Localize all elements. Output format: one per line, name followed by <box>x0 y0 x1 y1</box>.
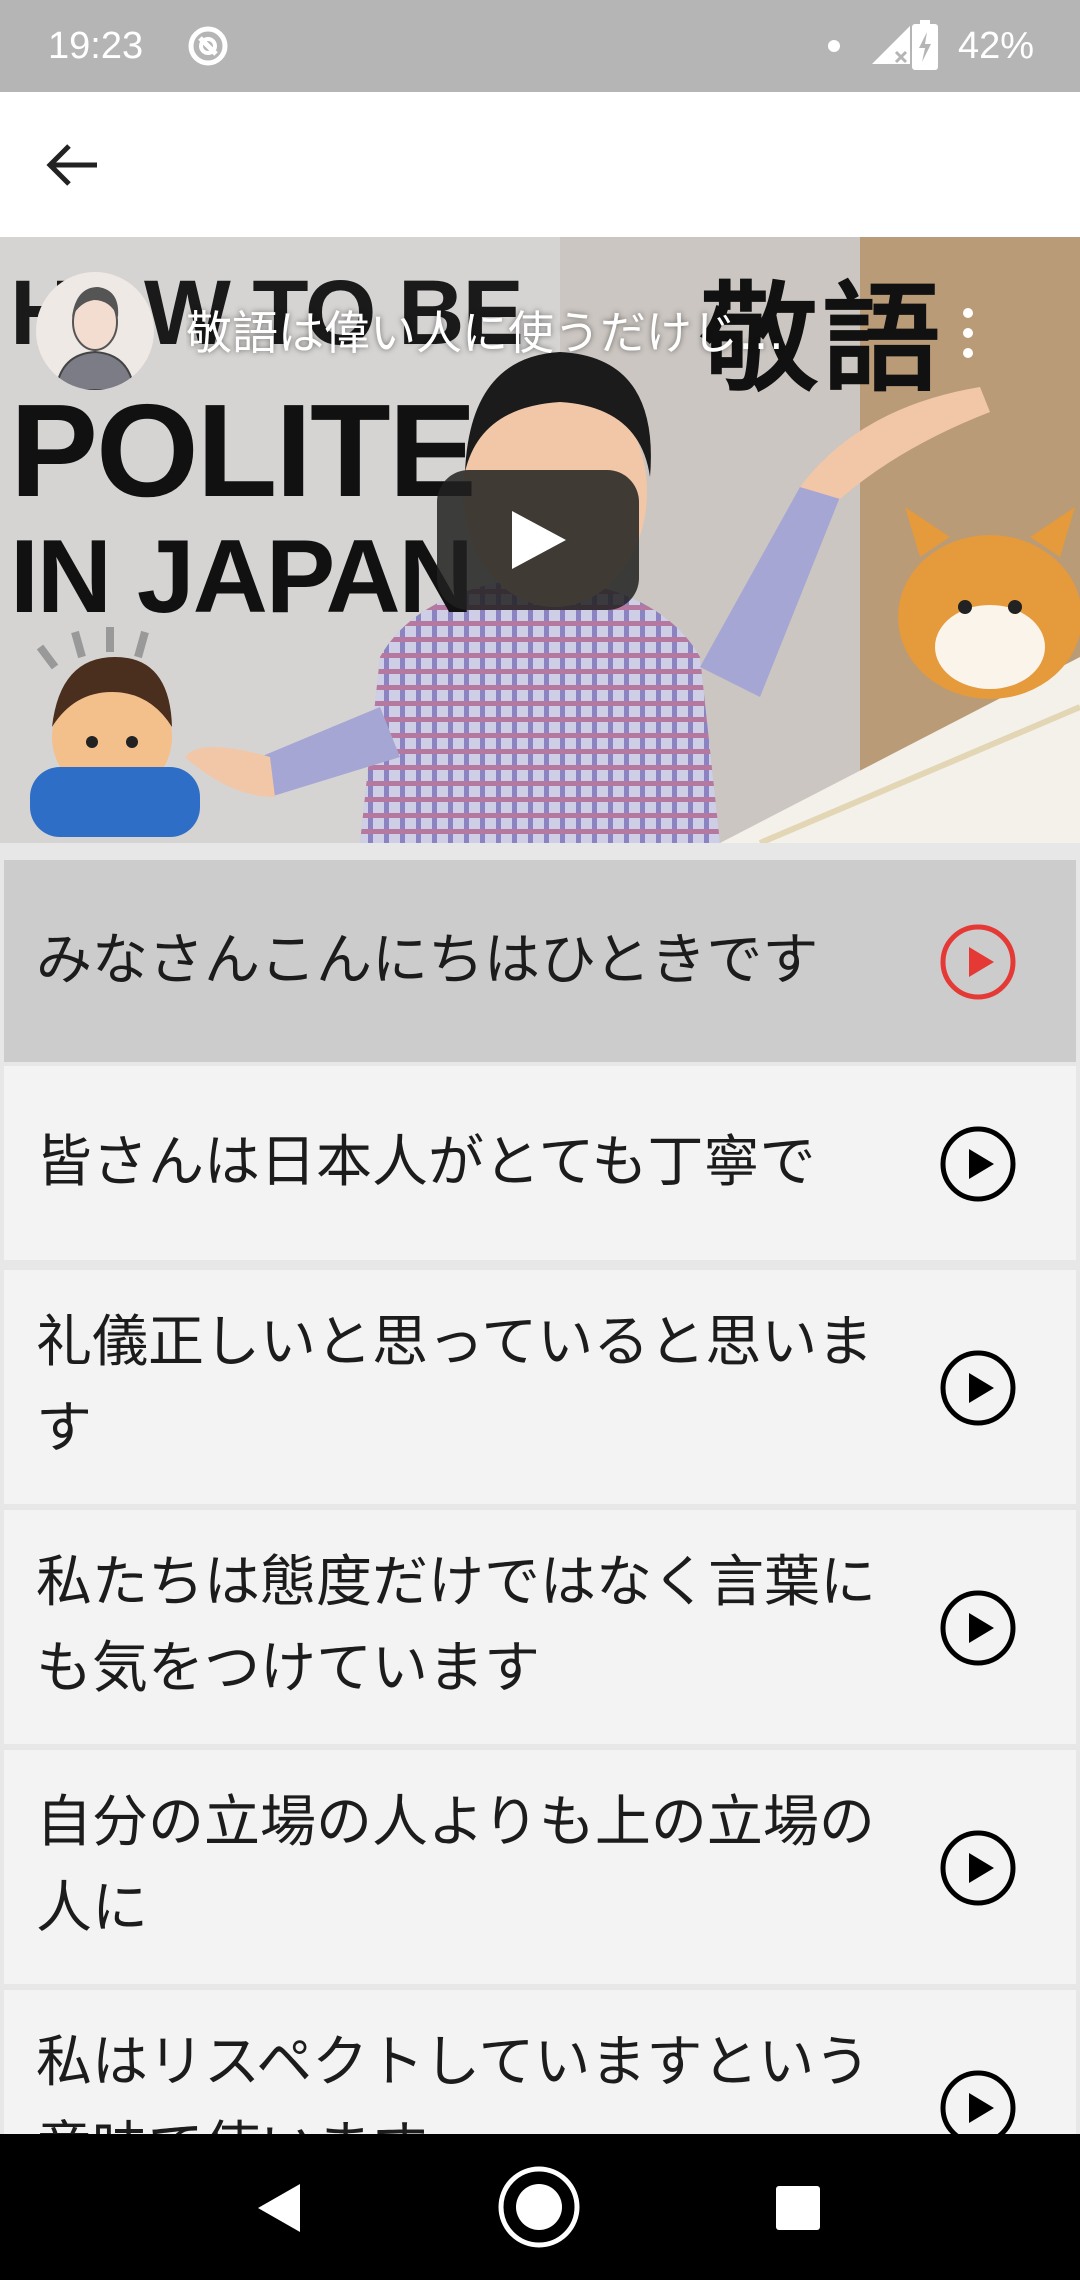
notification-dot-icon <box>828 40 840 52</box>
video-title: 敬語は偉い人に使うだけじ… <box>186 306 784 360</box>
sentence-text: 皆さんは日本人がとても丁寧で <box>36 1130 816 1195</box>
arrow-back-icon <box>46 144 97 186</box>
play-icon <box>512 511 566 569</box>
status-bar: 19:23 42% <box>0 0 1080 92</box>
sync-disabled-icon <box>188 26 228 66</box>
home-circle-icon[interactable] <box>496 2164 582 2250</box>
sentence-row[interactable]: 皆さんは日本人がとても丁寧で <box>4 1066 1076 1260</box>
back-button[interactable] <box>30 122 116 208</box>
sentence-row[interactable]: みなさんこんにちはひときです <box>4 860 1076 1062</box>
sentence-text: 私たちは態度だけではなく言葉にも気をつけています <box>36 1550 876 1701</box>
thumbnail-line-2: POLITE <box>10 377 477 524</box>
battery-percentage: 42% <box>957 25 1034 67</box>
thumbnail-line-3: IN JAPAN <box>10 519 474 635</box>
sentence-row[interactable]: 私はリスペクトしていますという意味で使います <box>4 1990 1076 2134</box>
battery-charging-icon <box>912 20 938 70</box>
sentence-row[interactable]: 礼儀正しいと思っていると思います <box>4 1270 1076 1504</box>
sentence-text: 礼儀正しいと思っていると思います <box>36 1310 874 1461</box>
play-circle-icon[interactable] <box>938 2068 1018 2134</box>
sentence-text: 自分の立場の人よりも上の立場の人に <box>36 1790 875 1941</box>
sentence-row[interactable]: 私たちは態度だけではなく言葉にも気をつけています <box>4 1510 1076 1744</box>
play-circle-icon[interactable] <box>938 1588 1018 1668</box>
sentence-list: みなさんこんにちはひときです 皆さんは日本人がとても丁寧で 礼儀正しいと思ってい… <box>0 858 1080 2134</box>
play-circle-icon[interactable] <box>938 922 1018 1002</box>
more-vert-icon[interactable] <box>948 302 988 372</box>
sentence-text: みなさんこんにちはひときです <box>36 928 819 993</box>
navigation-bar <box>0 2134 1080 2280</box>
signal-icon <box>872 26 910 64</box>
sentence-row[interactable]: 自分の立場の人よりも上の立場の人に <box>4 1750 1076 1984</box>
play-circle-icon[interactable] <box>938 1124 1018 1204</box>
play-circle-icon[interactable] <box>938 1828 1018 1908</box>
sentence-text: 私はリスペクトしていますという意味で使います <box>36 2030 871 2134</box>
app-bar <box>0 92 1080 237</box>
avatar-illustration <box>54 287 136 390</box>
recents-square-icon[interactable] <box>774 2184 822 2232</box>
play-button[interactable] <box>437 470 639 610</box>
video-player[interactable]: HOW TO BE POLITE IN JAPAN 敬語 敬語は偉い人に使うだけ… <box>0 237 1080 843</box>
channel-avatar[interactable] <box>36 272 154 390</box>
status-time: 19:23 <box>48 25 144 67</box>
play-circle-icon[interactable] <box>938 1348 1018 1428</box>
back-triangle-icon[interactable] <box>252 2180 308 2236</box>
